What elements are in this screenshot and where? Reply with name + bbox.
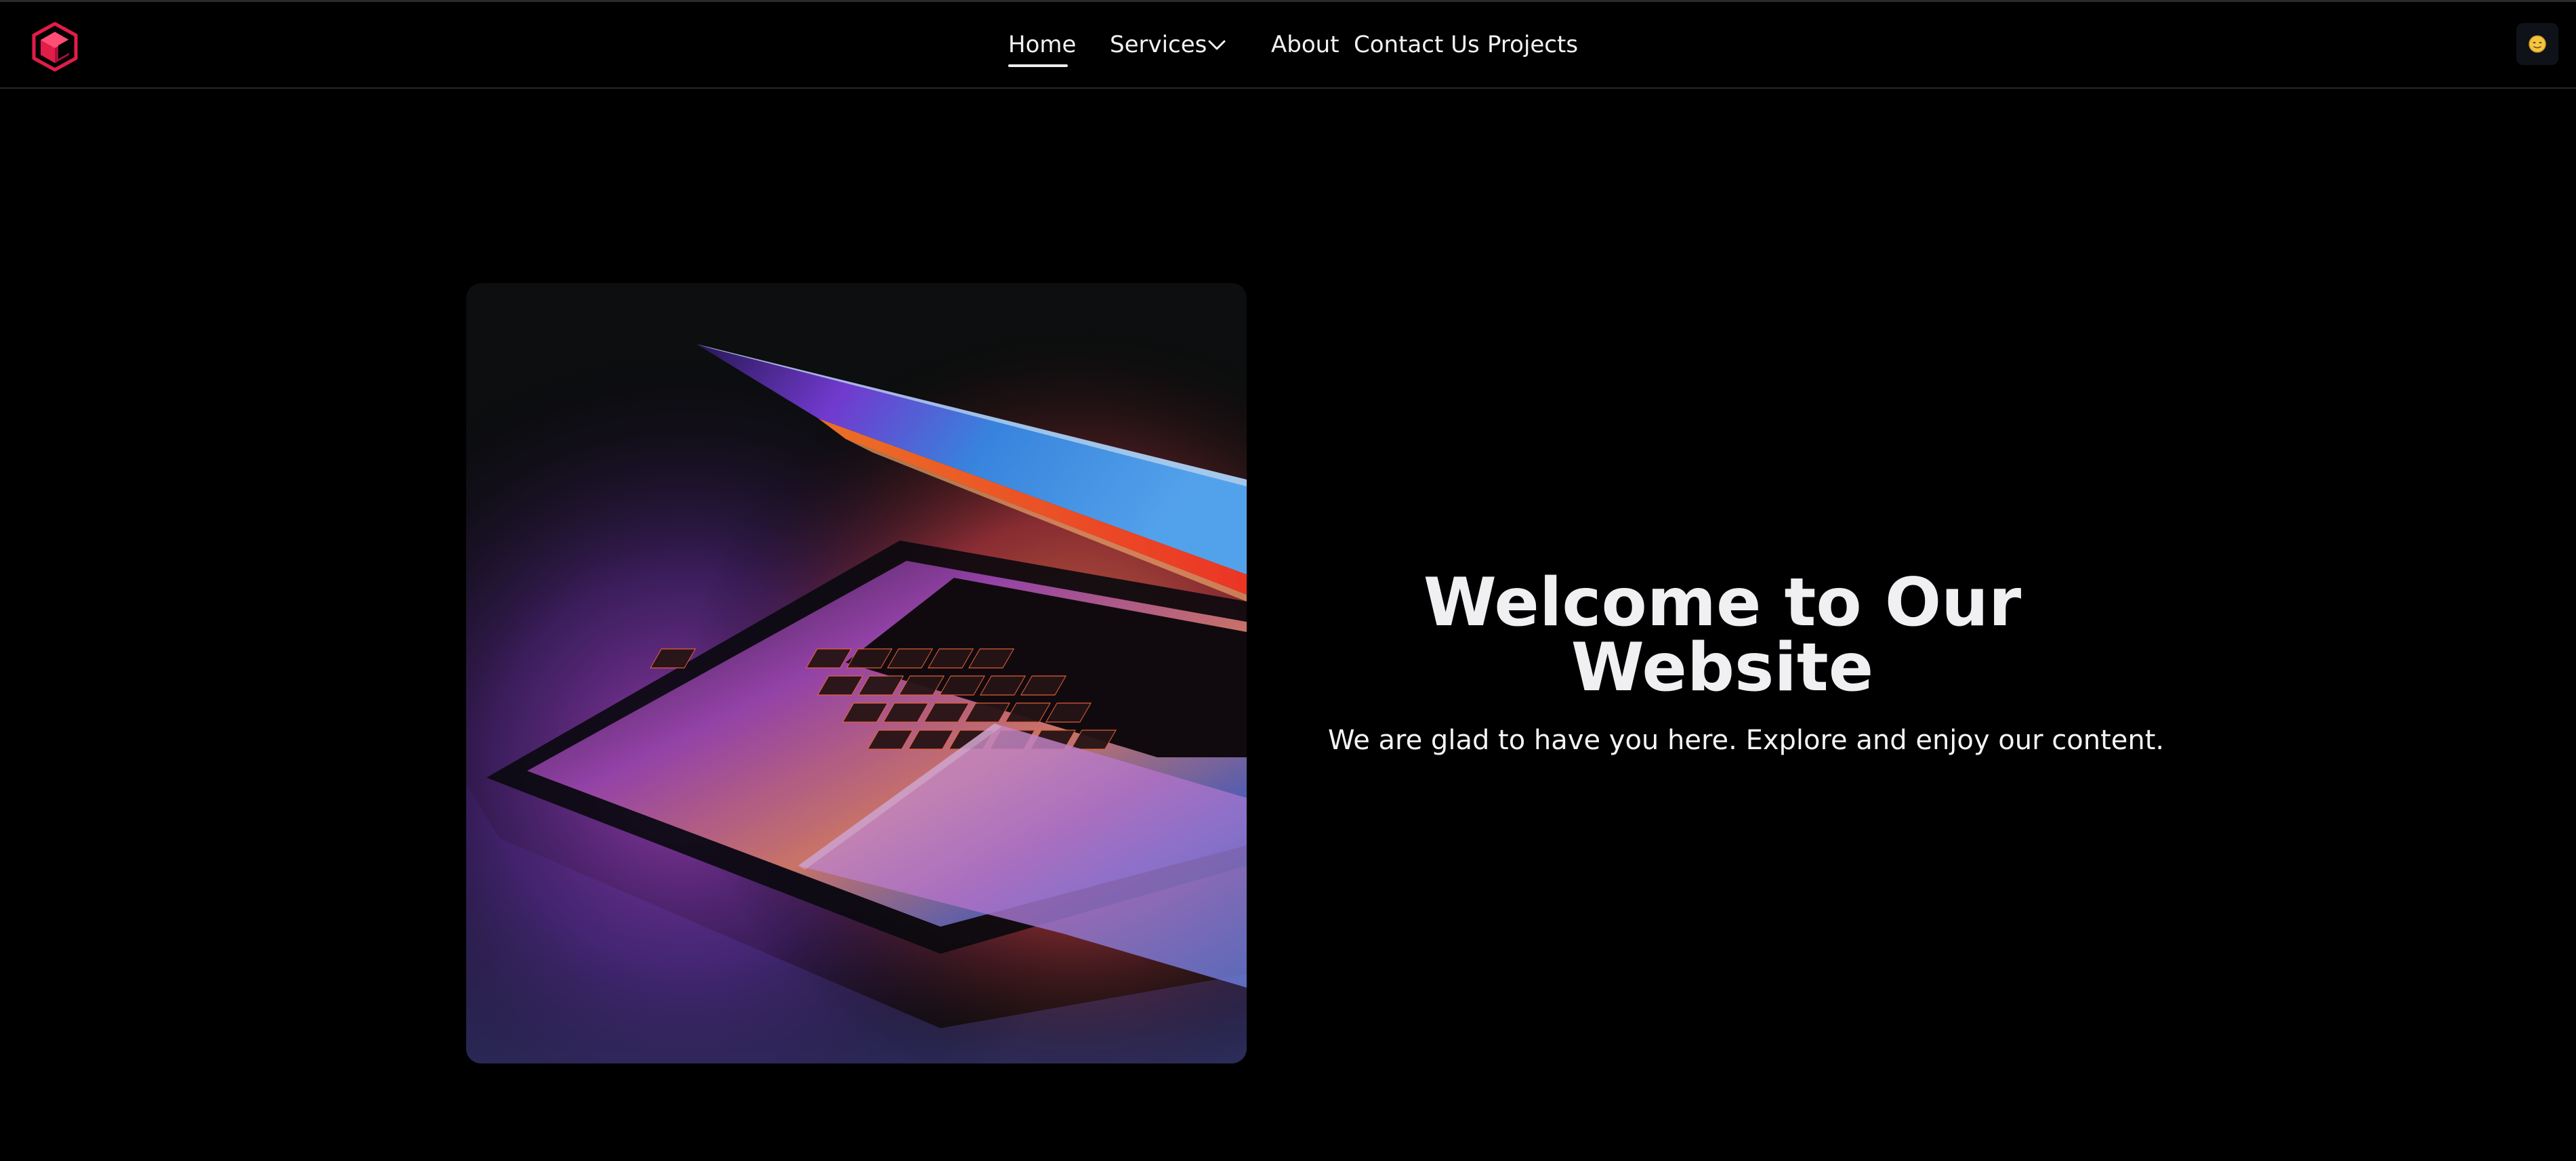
nav-home-link[interactable]: Home (1008, 30, 1076, 59)
moon-emoji-icon (2529, 35, 2546, 53)
nav-projects-link[interactable]: Projects (1487, 30, 1578, 59)
top-navbar: Home Services About Contact Us Projects (0, 2, 2576, 89)
active-tab-indicator (1008, 64, 1068, 67)
hero-text-block: Welcome to Our Website We are glad to ha… (1328, 564, 2165, 757)
nav-about-link[interactable]: About (1271, 30, 1339, 59)
main-nav: Home Services About Contact Us Projects (0, 2, 2576, 87)
nav-services-dropdown[interactable]: Services (1110, 30, 1207, 59)
nav-contact-link[interactable]: Contact Us (1354, 30, 1480, 59)
chevron-down-icon[interactable] (1207, 39, 1226, 52)
hero-title: Welcome to Our Website (1423, 564, 2022, 706)
hero-laptop-image (466, 283, 1247, 1063)
theme-toggle-button[interactable] (2516, 23, 2558, 65)
hero-subtitle: We are glad to have you here. Explore an… (1328, 725, 2165, 756)
